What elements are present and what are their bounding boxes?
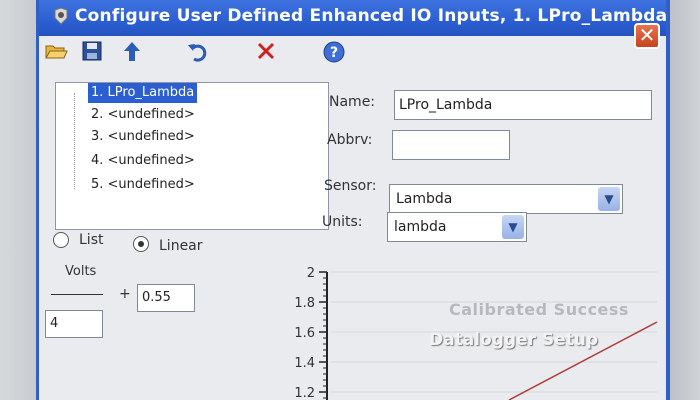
list-radio[interactable] [53,232,69,248]
window-title: Configure User Defined Enhanced IO Input… [75,6,668,26]
name-label: Name: [329,94,376,110]
y-tick-label: 1.4 [294,356,315,371]
plus-sign: + [119,286,131,302]
chevron-down-icon[interactable]: ▼ [502,215,524,239]
chevron-down-icon[interactable]: ▼ [598,187,620,211]
tree-item-2[interactable]: 2. <undefined> [88,105,198,125]
divisor-field[interactable]: 4 [45,310,103,338]
sensor-dropdown[interactable]: Lambda ▼ [389,184,623,214]
y-tick-label: 2 [307,266,315,281]
up-arrow-icon[interactable] [119,40,145,66]
undo-icon[interactable] [185,40,211,66]
watermark-caption: Datalogger Setup [429,330,599,350]
save-icon[interactable] [79,40,105,66]
y-tick-label: 1.8 [294,296,315,311]
sensor-value: Lambda [396,191,453,207]
watermark-brand: Calibrated Success [449,300,629,319]
tree-item-5[interactable]: 5. <undefined> [88,175,198,195]
units-value: lambda [394,219,447,235]
tree-connector [74,93,76,189]
y-tick-label: 1.6 [294,326,315,341]
tree-item-3[interactable]: 3. <undefined> [88,127,198,147]
open-folder-icon[interactable] [43,40,69,66]
input-tree: 1. LPro_Lambda 2. <undefined> 3. <undefi… [55,82,329,230]
fraction-divider [51,294,103,295]
help-icon[interactable]: ? [321,40,347,66]
linear-radio-label[interactable]: Linear [159,238,203,254]
tree-item-1[interactable]: 1. LPro_Lambda [88,83,198,103]
tree-item-4[interactable]: 4. <undefined> [88,151,198,171]
abbrv-field[interactable] [392,130,510,160]
y-tick-label: 1.2 [294,386,315,400]
configure-dialog: Configure User Defined Enhanced IO Input… [36,0,670,400]
delete-icon[interactable] [253,40,279,66]
toolbar: ? [39,36,666,72]
app-icon [51,6,71,26]
volts-label: Volts [65,264,97,279]
offset-field[interactable]: 0.55 [137,284,195,312]
svg-text:?: ? [330,45,338,61]
name-field[interactable]: LPro_Lambda [394,90,652,120]
units-label: Units: [322,214,363,230]
list-radio-label[interactable]: List [79,232,103,248]
linear-radio[interactable] [133,236,149,252]
abbrv-label: Abbrv: [327,132,373,148]
title-bar[interactable]: Configure User Defined Enhanced IO Input… [39,0,668,49]
units-dropdown[interactable]: lambda ▼ [387,212,527,242]
sensor-label: Sensor: [324,178,377,194]
